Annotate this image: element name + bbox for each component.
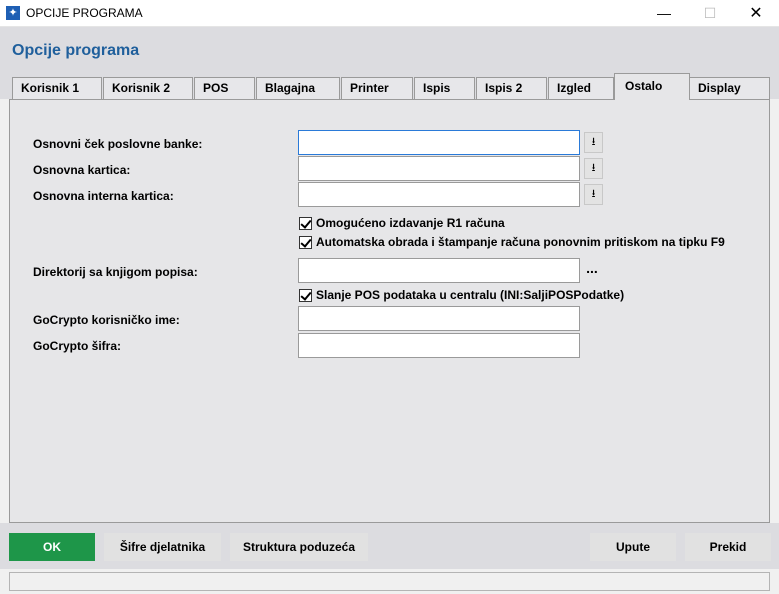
- minimize-button[interactable]: —: [641, 0, 687, 27]
- kartica-dropdown-icon[interactable]: ⭳: [584, 158, 603, 179]
- direktorij-input[interactable]: [298, 258, 580, 283]
- tab-ispis[interactable]: Ispis: [414, 77, 475, 99]
- button-bar: OK Šifre djelatnika Struktura poduzeća U…: [0, 523, 779, 569]
- window-titlebar: ✦ OPCIJE PROGRAMA — ☐ ✕: [0, 0, 779, 27]
- f9-checkbox-row[interactable]: Automatska obrada i štampanje računa pon…: [299, 235, 725, 249]
- tab-ostalo[interactable]: Ostalo: [614, 73, 690, 100]
- gocrypto-password-label: GoCrypto šifra:: [33, 339, 122, 353]
- app-star-icon: ✦: [6, 6, 20, 20]
- tab-izgled[interactable]: Izgled: [548, 77, 614, 99]
- maximize-button[interactable]: ☐: [687, 0, 733, 27]
- f9-checkbox-label: Automatska obrada i štampanje računa pon…: [316, 235, 725, 249]
- interna-kartica-input[interactable]: [298, 182, 580, 207]
- tab-korisnik-1[interactable]: Korisnik 1: [12, 77, 102, 99]
- struktura-poduzeca-button[interactable]: Struktura poduzeća: [230, 533, 368, 561]
- page-title: Opcije programa: [12, 42, 140, 59]
- tab-ispis-2[interactable]: Ispis 2: [476, 77, 547, 99]
- direktorij-label: Direktorij sa knjigom popisa:: [33, 265, 198, 279]
- tab-korisnik-2[interactable]: Korisnik 2: [103, 77, 193, 99]
- tab-display[interactable]: Display: [689, 77, 770, 99]
- interna-kartica-label: Osnovna interna kartica:: [33, 189, 174, 203]
- gocrypto-user-label: GoCrypto korisničko ime:: [33, 313, 180, 327]
- prekid-button[interactable]: Prekid: [685, 533, 771, 561]
- tab-printer[interactable]: Printer: [341, 77, 413, 99]
- tab-pos[interactable]: POS: [194, 77, 255, 99]
- slanje-checkbox-row[interactable]: Slanje POS podataka u centralu (INI:Salj…: [299, 288, 624, 302]
- tab-blagajna[interactable]: Blagajna: [256, 77, 340, 99]
- window-title: OPCIJE PROGRAMA: [26, 6, 143, 20]
- cek-label: Osnovni ček poslovne banke:: [33, 137, 203, 151]
- gocrypto-password-input[interactable]: [298, 333, 580, 358]
- browse-button[interactable]: ...: [582, 260, 602, 282]
- cek-dropdown-icon[interactable]: ⭳: [584, 132, 603, 153]
- sifre-djelatnika-button[interactable]: Šifre djelatnika: [104, 533, 221, 561]
- kartica-input[interactable]: [298, 156, 580, 181]
- r1-checkbox-label: Omogućeno izdavanje R1 računa: [316, 216, 505, 230]
- r1-checkbox-row[interactable]: Omogućeno izdavanje R1 računa: [299, 216, 505, 230]
- interna-kartica-dropdown-icon[interactable]: ⭳: [584, 184, 603, 205]
- status-bar: [0, 569, 779, 594]
- tab-strip: Korisnik 1 Korisnik 2 POS Blagajna Print…: [0, 73, 779, 100]
- page-header: Opcije programa: [0, 27, 779, 73]
- close-button[interactable]: ✕: [733, 0, 779, 27]
- cek-input[interactable]: [298, 130, 580, 155]
- r1-checkbox[interactable]: [299, 216, 312, 230]
- upute-button[interactable]: Upute: [590, 533, 676, 561]
- gocrypto-user-input[interactable]: [298, 306, 580, 331]
- slanje-checkbox[interactable]: [299, 288, 312, 302]
- status-field: [9, 572, 770, 591]
- kartica-label: Osnovna kartica:: [33, 163, 131, 177]
- ok-button[interactable]: OK: [9, 533, 95, 561]
- f9-checkbox[interactable]: [299, 235, 312, 249]
- slanje-checkbox-label: Slanje POS podataka u centralu (INI:Salj…: [316, 288, 625, 302]
